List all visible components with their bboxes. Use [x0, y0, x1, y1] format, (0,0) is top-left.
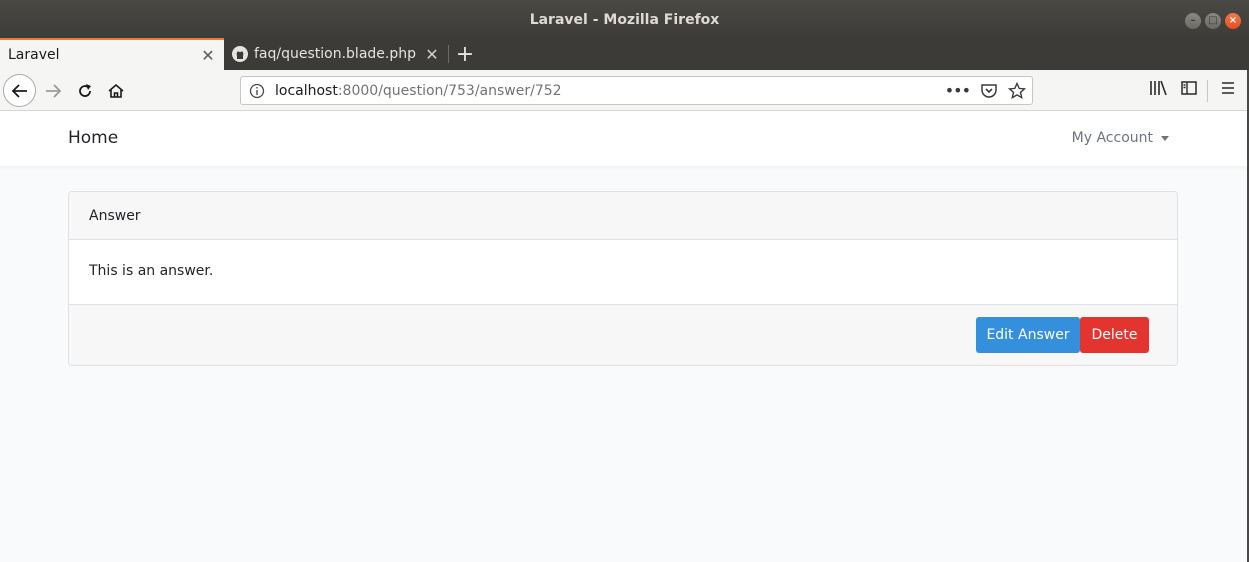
- site-navbar: Home My Account: [0, 111, 1247, 166]
- answer-text: This is an answer.: [89, 263, 214, 279]
- url-path: :8000/question/753/answer/752: [337, 82, 562, 99]
- maximize-icon[interactable]: □: [1205, 13, 1221, 29]
- home-icon[interactable]: [101, 76, 131, 106]
- tab-strip: Laravel ✕ faq/question.blade.php ✕ +: [0, 38, 1249, 70]
- url-bar[interactable]: localhost:8000/question/753/answer/752 •…: [240, 76, 1033, 105]
- brand-link-home[interactable]: Home: [68, 128, 118, 148]
- tab-label: faq/question.blade.php: [254, 46, 416, 62]
- window-titlebar: Laravel - Mozilla Firefox – □ ×: [0, 0, 1249, 40]
- tab-faq-question-blade[interactable]: faq/question.blade.php ✕: [224, 38, 448, 70]
- nav-toolbar: localhost:8000/question/753/answer/752 •…: [0, 70, 1249, 111]
- github-icon: [232, 46, 248, 62]
- info-icon[interactable]: [249, 83, 265, 99]
- card-footer: Edit Answer Delete: [69, 304, 1177, 365]
- back-icon[interactable]: [3, 74, 36, 107]
- tab-close-icon[interactable]: ✕: [424, 45, 440, 64]
- tab-laravel[interactable]: Laravel ✕: [0, 38, 224, 70]
- caret-down-icon: [1161, 135, 1169, 141]
- window-title: Laravel - Mozilla Firefox: [529, 12, 720, 28]
- answer-card: Answer This is an answer. Edit Answer De…: [68, 191, 1178, 366]
- sidebar-icon[interactable]: [1180, 79, 1198, 97]
- library-icon[interactable]: [1148, 79, 1168, 97]
- toolbar-divider: [1207, 80, 1208, 102]
- bookmark-star-icon[interactable]: [1008, 81, 1026, 100]
- forward-icon[interactable]: [38, 76, 68, 106]
- delete-answer-button[interactable]: Delete: [1080, 317, 1149, 353]
- page-content: Home My Account Answer This is an answer…: [0, 111, 1247, 562]
- tab-label: Laravel: [8, 47, 60, 63]
- account-label: My Account: [1071, 130, 1153, 146]
- url-host: localhost: [275, 82, 338, 99]
- close-window-icon[interactable]: ×: [1225, 13, 1241, 29]
- my-account-dropdown[interactable]: My Account: [1072, 130, 1169, 146]
- card-header: Answer: [69, 192, 1177, 240]
- window-controls: – □ ×: [1185, 13, 1241, 29]
- tab-close-icon[interactable]: ✕: [200, 46, 216, 65]
- reload-icon[interactable]: [70, 76, 100, 106]
- edit-answer-button[interactable]: Edit Answer: [976, 317, 1080, 353]
- pocket-icon[interactable]: [980, 82, 998, 100]
- minimize-icon[interactable]: –: [1185, 13, 1201, 29]
- menu-icon[interactable]: [1219, 79, 1237, 97]
- new-tab-icon[interactable]: +: [449, 38, 481, 70]
- more-icon[interactable]: •••: [945, 81, 971, 100]
